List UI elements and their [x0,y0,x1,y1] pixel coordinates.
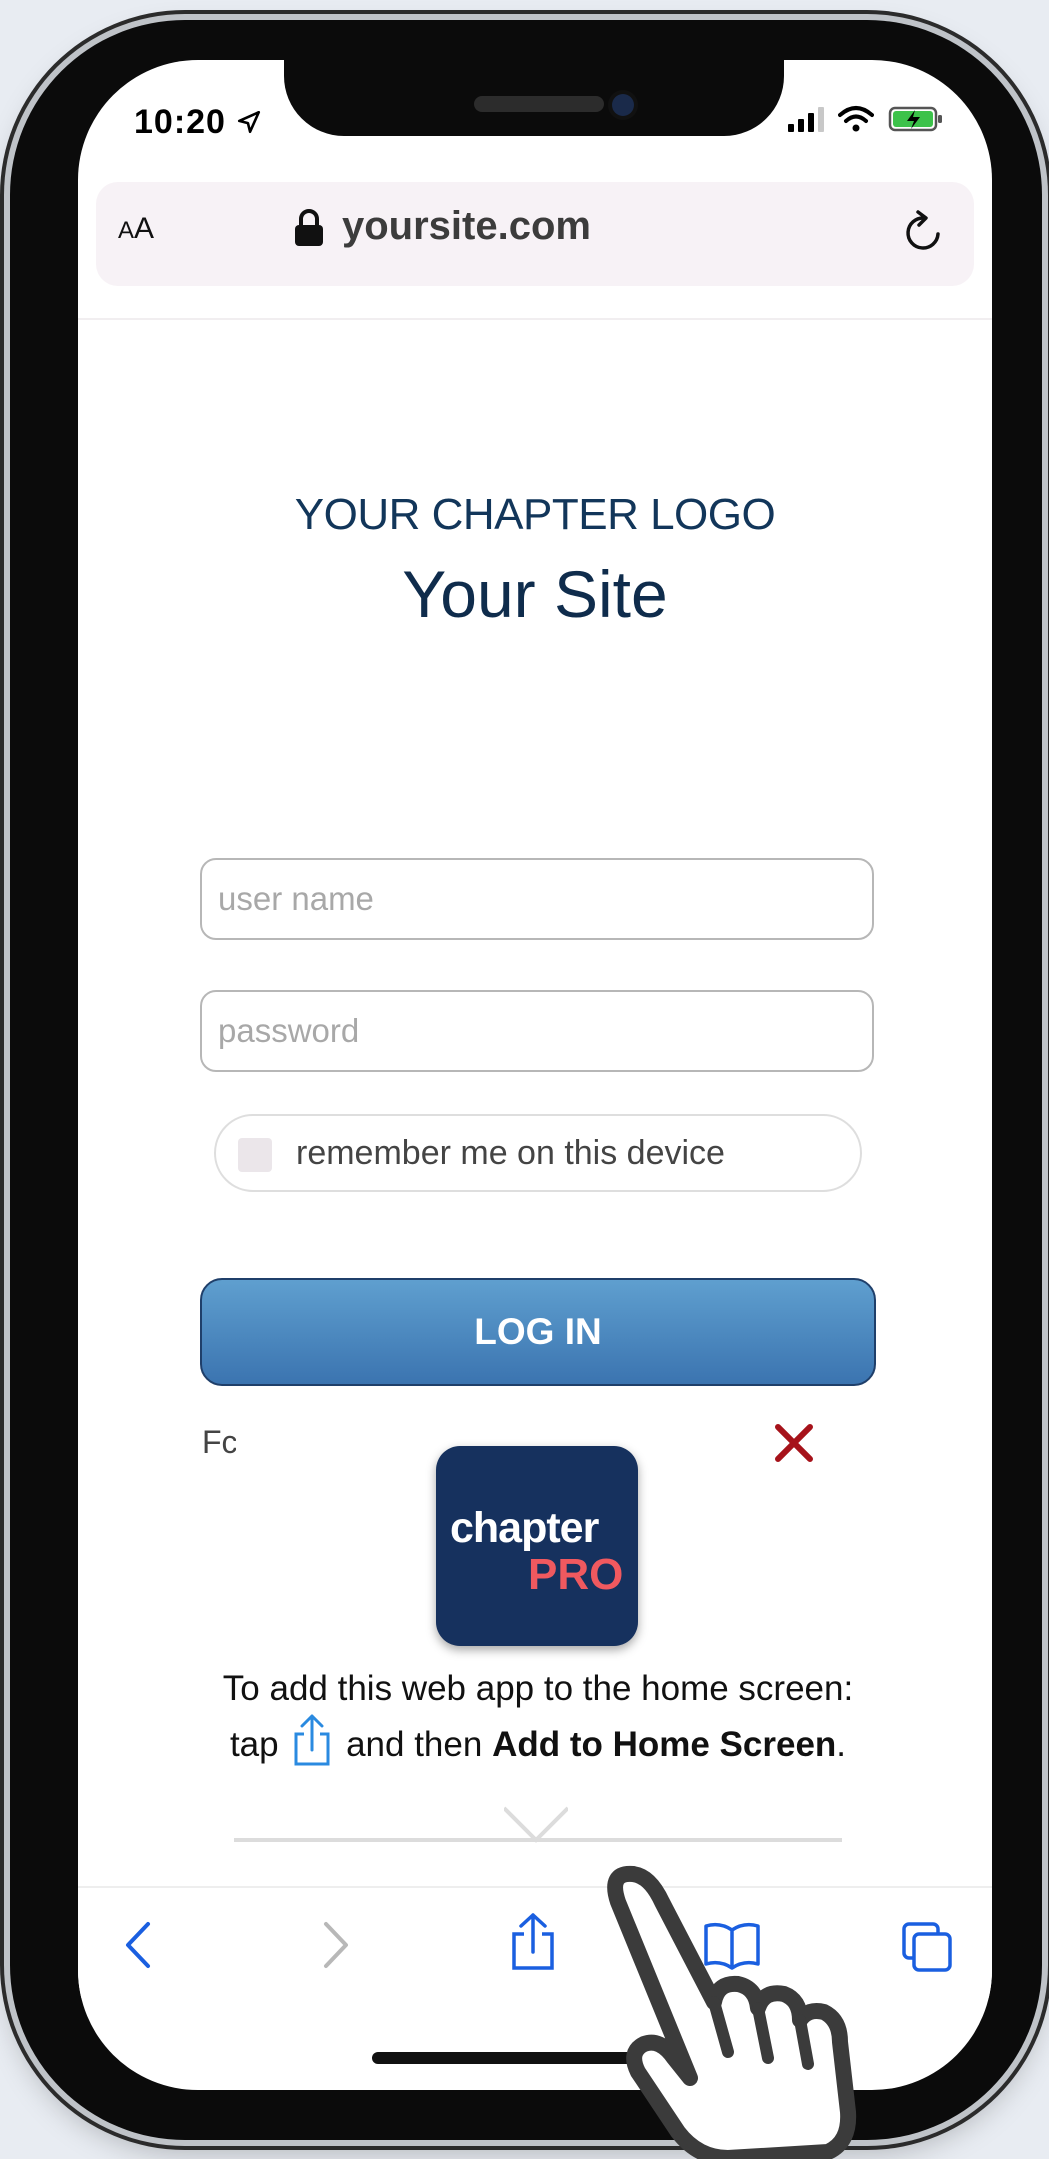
text-size-button[interactable]: AA [118,212,154,246]
battery-charging-icon [888,106,942,132]
share-icon[interactable] [508,1912,558,1972]
instruction-bold: Add to Home Screen [492,1725,837,1764]
add-to-home-instructions: To add this web app to the home screen: … [198,1664,878,1770]
tabs-icon[interactable] [900,1920,954,1974]
notch [284,60,784,136]
forgot-link-fragment[interactable]: Fc [202,1424,236,1461]
location-arrow-icon [238,110,261,134]
back-icon[interactable] [118,1920,158,1970]
app-name-pro: PRO [528,1550,624,1599]
chapterpro-app-icon: chapter PRO [436,1446,638,1646]
forward-icon[interactable] [316,1920,356,1970]
reload-icon[interactable] [904,210,944,254]
chapter-logo-text: YOUR CHAPTER LOGO [294,490,776,539]
username-input[interactable] [200,858,874,940]
cellular-signal-icon [788,106,824,132]
wifi-icon [838,106,874,132]
status-time: 10:20 [134,103,262,142]
status-icons [788,105,944,133]
address-bar[interactable]: AA yoursite.com [96,182,974,286]
remember-me-toggle[interactable]: remember me on this device [214,1114,862,1192]
url-text[interactable]: yoursite.com [342,204,591,249]
phone-screen: 10:20 AA yoursite.com YOUR CHAPTER LOGO … [78,60,992,2090]
earpiece-speaker [474,96,604,112]
login-button[interactable]: LOG IN [200,1278,876,1386]
remember-me-checkbox[interactable] [238,1138,272,1172]
popup-pointer-arrow [504,1806,568,1843]
front-camera [612,94,634,116]
close-icon[interactable] [772,1421,816,1465]
divider [78,318,992,320]
password-input[interactable] [200,990,874,1072]
pointing-hand-icon [607,1865,857,2159]
remember-me-label: remember me on this device [296,1134,725,1172]
instruction-end: . [836,1725,847,1764]
app-name-chapter: chapter [450,1504,599,1552]
instruction-text-2: and then [346,1725,483,1764]
close-popup-button[interactable] [772,1418,816,1478]
lock-icon [295,209,323,246]
share-icon-inline [294,1714,330,1766]
site-title: Your Site [402,557,668,631]
